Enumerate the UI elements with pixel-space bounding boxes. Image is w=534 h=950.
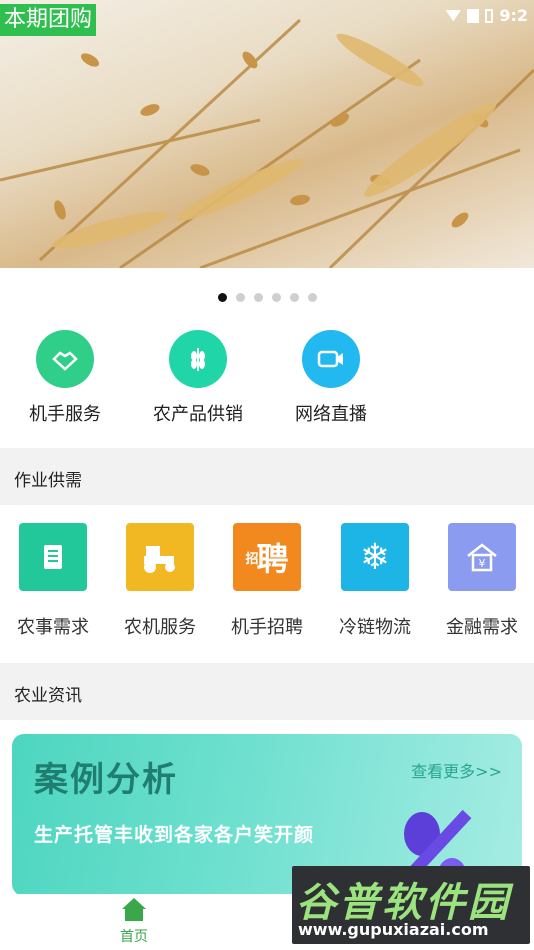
nav-home[interactable]: 首页 [104, 894, 164, 946]
grid-item-label: 机手招聘 [231, 617, 303, 638]
handshake-icon [36, 330, 94, 388]
watermark-url: www.gupuxiazai.com [298, 920, 489, 939]
grid-item-label: 冷链物流 [339, 617, 411, 638]
section-title: 作业供需 [14, 471, 82, 491]
signal-icon [467, 8, 480, 23]
carousel-dot[interactable] [272, 293, 281, 302]
section-title: 农业资讯 [14, 686, 82, 706]
wifi-icon [445, 9, 462, 22]
card-title: 案例分析 [34, 760, 178, 800]
view-more-link[interactable]: 查看更多>> [411, 758, 502, 782]
quick-item-operator-service[interactable]: 机手服务 [5, 330, 125, 426]
svg-text:¥: ¥ [479, 557, 486, 570]
banner-carousel[interactable]: 本期团购 9:2 [0, 0, 534, 268]
quick-item-live-stream[interactable]: 网络直播 [271, 330, 391, 426]
quick-item-label: 农产品供销 [153, 404, 243, 425]
grid-item-label: 农机服务 [124, 617, 196, 638]
wheat-photo [0, 18, 534, 268]
banner-tag: 本期团购 [0, 4, 97, 36]
carousel-dot[interactable] [254, 293, 263, 302]
recruit-icon-text: 聘 [256, 540, 289, 578]
grid-item-operator-recruit[interactable]: 招 聘 机手招聘 [222, 523, 312, 639]
carousel-indicator [0, 293, 534, 302]
status-bar: 9:2 [445, 6, 528, 25]
grid-item-finance[interactable]: ¥ 金融需求 [437, 523, 527, 639]
grid-item-cold-chain[interactable]: ❄ 冷链物流 [330, 523, 420, 639]
finance-house-icon: ¥ [448, 523, 516, 591]
carousel-dot[interactable] [218, 293, 227, 302]
site-watermark: 谷普软件园 www.gupuxiazai.com [292, 866, 530, 944]
grid-item-label: 农事需求 [17, 617, 89, 638]
grid-item-farm-demand[interactable]: 农事需求 [8, 523, 98, 639]
card-subtitle: 生产托管丰收到各家各户笑开颜 [34, 824, 315, 846]
home-icon [122, 898, 146, 921]
recruit-icon: 招 聘 [233, 523, 301, 591]
carousel-dot[interactable] [236, 293, 245, 302]
grid-item-machinery-service[interactable]: 农机服务 [115, 523, 205, 639]
quick-item-produce-supply[interactable]: 农产品供销 [138, 330, 258, 426]
carousel-dot[interactable] [290, 293, 299, 302]
grid-item-label: 金融需求 [446, 617, 518, 638]
status-time: 9:2 [499, 6, 528, 25]
wheat-icon [169, 330, 227, 388]
document-icon [19, 523, 87, 591]
section-header-news: 农业资讯 [0, 663, 534, 720]
video-camera-icon [302, 330, 360, 388]
battery-icon [485, 8, 494, 23]
quick-item-label: 机手服务 [29, 404, 101, 425]
quick-item-label: 网络直播 [295, 404, 367, 425]
section-header-supply: 作业供需 [0, 448, 534, 505]
snowflake-icon: ❄ [341, 523, 409, 591]
carousel-dot[interactable] [308, 293, 317, 302]
tractor-icon [126, 523, 194, 591]
quick-actions: 机手服务 农产品供销 网络直播 [0, 330, 534, 430]
nav-home-label: 首页 [120, 929, 148, 945]
